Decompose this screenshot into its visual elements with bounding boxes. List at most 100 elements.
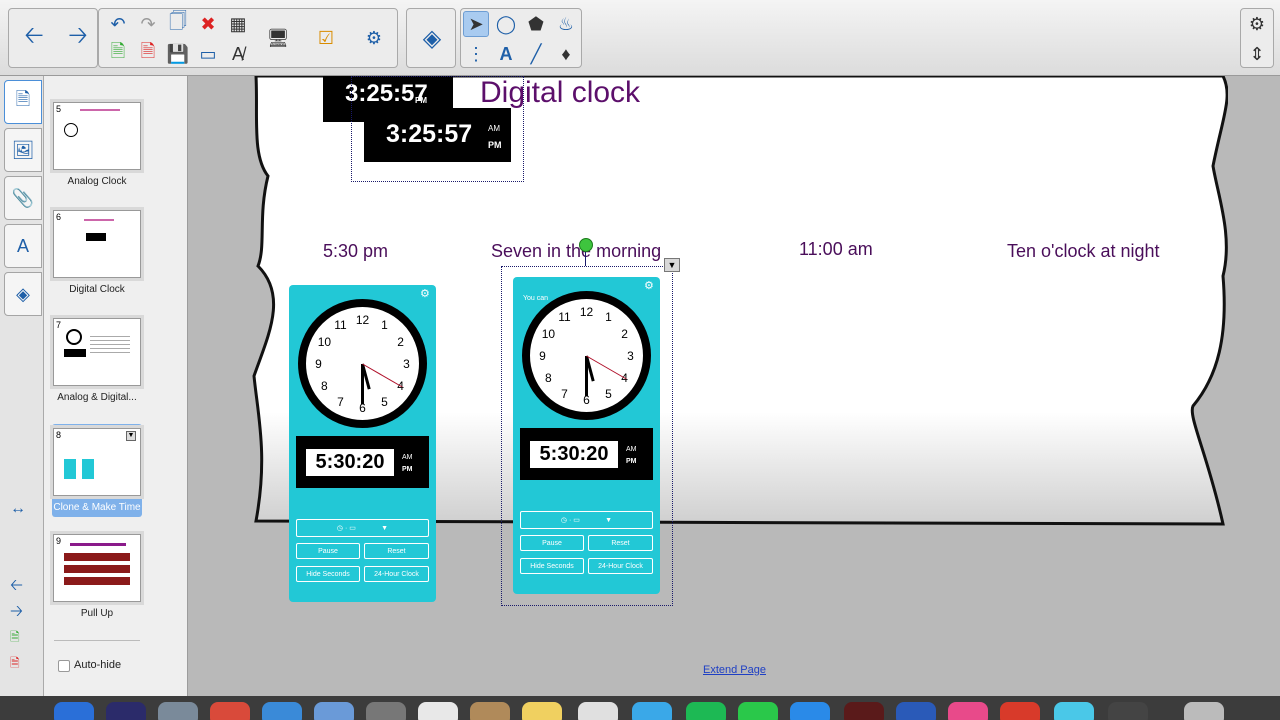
eraser-icon[interactable]: ♦ bbox=[553, 41, 579, 67]
clock-number: 12 bbox=[355, 312, 370, 327]
side-tab-strip: 🗎 🖼 📎 A ◈ ↔ 🡠 🡢 🗎 🗎 bbox=[0, 76, 44, 696]
24-hour-clock-button[interactable]: 24-Hour Clock bbox=[588, 558, 653, 574]
24-hour-clock-button[interactable]: 24-Hour Clock bbox=[364, 566, 429, 582]
launchpad-icon[interactable] bbox=[158, 702, 198, 720]
notebook-icon[interactable] bbox=[1054, 702, 1094, 720]
redo-icon[interactable]: ↷ bbox=[135, 11, 161, 37]
notes-icon[interactable] bbox=[522, 702, 562, 720]
back-arrow-icon[interactable]: 🡠 bbox=[13, 17, 55, 59]
select-pointer-icon[interactable]: ➤ bbox=[463, 11, 489, 37]
delete-page-icon[interactable]: 🗎 bbox=[10, 654, 20, 675]
shapes-icon[interactable]: ◯ bbox=[493, 11, 519, 37]
messages-icon[interactable] bbox=[632, 702, 672, 720]
time-label-3[interactable]: 11:00 am bbox=[799, 239, 873, 260]
forward-arrow-icon[interactable]: 🡢 bbox=[57, 17, 99, 59]
finder-icon[interactable] bbox=[54, 702, 94, 720]
fill-icon[interactable]: ♨ bbox=[553, 11, 579, 37]
selection-menu-icon[interactable]: ▼ bbox=[664, 258, 680, 272]
rotate-handle[interactable] bbox=[579, 238, 593, 252]
spotify-icon[interactable] bbox=[686, 702, 726, 720]
extend-page-link[interactable]: Extend Page bbox=[703, 664, 766, 676]
previous-page-icon[interactable]: 🡠 bbox=[10, 574, 23, 601]
gear-icon[interactable]: ⚙ bbox=[1244, 11, 1270, 37]
mode-dropdown[interactable]: ◷ · ▭ ▼ bbox=[520, 511, 653, 529]
trash-icon[interactable] bbox=[1184, 702, 1224, 720]
toolbar-position-icon[interactable]: ⇕ bbox=[1244, 41, 1270, 67]
clock-number: 9 bbox=[539, 348, 546, 363]
table-icon[interactable]: ▦ bbox=[225, 11, 251, 37]
expand-arrows-icon[interactable]: ↔ bbox=[10, 500, 26, 518]
app-store-icon[interactable] bbox=[790, 702, 830, 720]
page-title: Digital clock bbox=[480, 76, 641, 109]
text-format-icon[interactable]: A̸ bbox=[225, 41, 251, 67]
clock-number: 1 bbox=[605, 310, 612, 325]
photos-icon[interactable] bbox=[578, 702, 618, 720]
siri-icon[interactable] bbox=[106, 702, 146, 720]
page-caption: Digital Clock bbox=[69, 284, 125, 295]
next-page-icon[interactable]: 🡢 bbox=[10, 600, 23, 627]
analog-clock-face: 121234567891011 bbox=[522, 291, 651, 420]
safari-icon[interactable] bbox=[262, 702, 302, 720]
page-thumbnail[interactable]: 5 Analog Clock bbox=[52, 102, 142, 187]
eraser-shape-icon[interactable]: ⬟ bbox=[523, 11, 549, 37]
gear-icon[interactable]: ⚙ bbox=[644, 279, 654, 292]
reset-button[interactable]: Reset bbox=[588, 535, 653, 551]
screen-shade-icon[interactable]: ▭ bbox=[195, 41, 221, 67]
add-page-icon[interactable]: 🗎 bbox=[10, 628, 20, 649]
time-label-4[interactable]: Ten o'clock at night bbox=[1007, 241, 1160, 262]
contacts-icon[interactable] bbox=[470, 702, 510, 720]
undo-icon[interactable]: ↶ bbox=[105, 11, 131, 37]
save-icon[interactable]: 💾 bbox=[165, 41, 191, 67]
delete-page-icon[interactable]: 🗎 bbox=[135, 41, 161, 67]
gear-icon[interactable]: ⚙ bbox=[420, 287, 430, 300]
auto-hide-label: Auto-hide bbox=[74, 659, 122, 671]
reset-button[interactable]: Reset bbox=[364, 543, 429, 559]
settings-app-icon[interactable] bbox=[366, 702, 406, 720]
line-tool-icon[interactable]: ╱ bbox=[523, 41, 549, 67]
properties-tab[interactable]: A bbox=[4, 224, 42, 268]
itunes-icon[interactable] bbox=[948, 702, 988, 720]
hide-seconds-button[interactable]: Hide Seconds bbox=[296, 566, 360, 582]
chrome-icon[interactable] bbox=[210, 702, 250, 720]
display-icon[interactable]: 🖥 bbox=[265, 25, 291, 51]
top-digital-clock[interactable]: 3:25:57 AM PM bbox=[364, 108, 511, 162]
text-tool-icon[interactable]: A bbox=[493, 41, 519, 67]
delete-icon[interactable]: ✖ bbox=[195, 11, 221, 37]
auto-hide-checkbox[interactable] bbox=[58, 660, 70, 672]
app-icon[interactable] bbox=[1108, 702, 1148, 720]
facetime-icon[interactable] bbox=[738, 702, 778, 720]
add-page-icon[interactable]: 🗎 bbox=[105, 41, 131, 67]
response-icon[interactable]: ☑ bbox=[313, 25, 339, 51]
puzzle-icon[interactable]: ◈ bbox=[411, 17, 453, 59]
word-icon[interactable] bbox=[896, 702, 936, 720]
addons-icon[interactable]: ⚙ bbox=[361, 25, 387, 51]
page-caption: Clone & Make Time bbox=[53, 502, 141, 513]
gallery-tab[interactable]: 🖼 bbox=[4, 128, 42, 172]
page-thumbnail[interactable]: 9 Pull Up bbox=[52, 534, 142, 619]
clock-number: 3 bbox=[627, 348, 634, 363]
page-thumbnail[interactable]: 6 Digital Clock bbox=[52, 210, 142, 295]
page-caption: Analog Clock bbox=[67, 176, 127, 187]
powerpoint-icon[interactable] bbox=[1000, 702, 1040, 720]
time-label-2[interactable]: Seven in the morning bbox=[491, 241, 661, 262]
calendar-icon[interactable] bbox=[418, 702, 458, 720]
page-caption: Analog & Digital... bbox=[57, 392, 137, 403]
clock-number: 7 bbox=[561, 386, 568, 401]
clock-widget-1[interactable]: ⚙ 121234567891011 5:30:20 AM PM ◷ · ▭ ▼ … bbox=[289, 285, 436, 602]
page-thumbnail[interactable]: 7 Analog & Digital... bbox=[52, 318, 142, 403]
time-label-1[interactable]: 5:30 pm bbox=[323, 241, 388, 262]
attachments-tab[interactable]: 📎 bbox=[4, 176, 42, 220]
pause-button[interactable]: Pause bbox=[296, 543, 360, 559]
pens-icon[interactable]: ⋮ bbox=[463, 41, 489, 67]
clock-widget-2[interactable]: You can with your ⚙ 121234567891011 5:30… bbox=[513, 277, 660, 594]
mode-dropdown[interactable]: ◷ · ▭ ▼ bbox=[296, 519, 429, 537]
whiteboard-canvas[interactable]: 3:25:57 PM 3:25:57 AM PM Digital clock 5… bbox=[188, 76, 1280, 696]
addons-tab[interactable]: ◈ bbox=[4, 272, 42, 316]
mail-icon[interactable] bbox=[314, 702, 354, 720]
open-file-icon[interactable]: 🗍 bbox=[165, 11, 191, 37]
app-icon[interactable] bbox=[844, 702, 884, 720]
pause-button[interactable]: Pause bbox=[520, 535, 584, 551]
page-sorter-tab[interactable]: 🗎 bbox=[4, 80, 42, 124]
page-thumbnail-selected[interactable]: 8 ▼ Clone & Make Time bbox=[52, 424, 142, 517]
hide-seconds-button[interactable]: Hide Seconds bbox=[520, 558, 584, 574]
